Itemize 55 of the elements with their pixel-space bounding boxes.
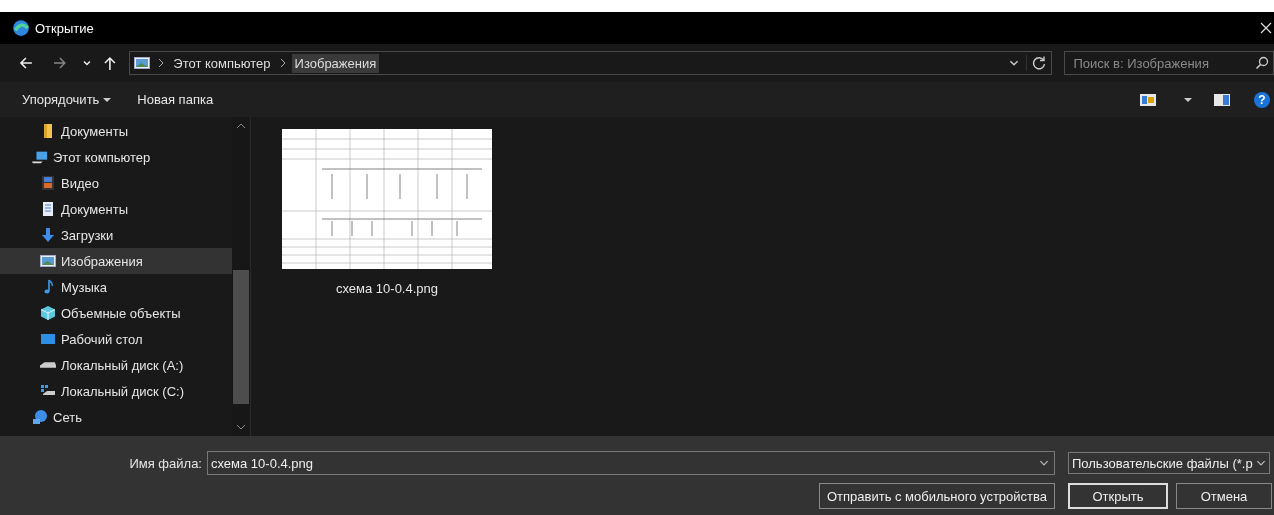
chevron-right-icon: [158, 58, 165, 68]
sidebar-item[interactable]: Локальный диск (A:): [0, 352, 232, 378]
close-icon[interactable]: [1260, 22, 1272, 34]
sidebar-item[interactable]: Локальный диск (C:): [0, 378, 232, 404]
chevron-right-icon: [279, 58, 286, 68]
sidebar-item[interactable]: Объемные объекты: [0, 300, 232, 326]
dialog-button[interactable]: Отправить с мобильного устройства: [819, 483, 1055, 509]
sidebar-item[interactable]: Сеть: [0, 404, 232, 430]
back-arrow-icon[interactable]: [18, 55, 34, 71]
document-icon: [40, 201, 56, 217]
sidebar-item[interactable]: Рабочий стол: [0, 326, 232, 352]
drive-icon: [40, 362, 56, 368]
file-name[interactable]: схема 10-0.4.png: [336, 281, 438, 296]
sidebar-item[interactable]: Музыка: [0, 274, 232, 300]
sidebar-item[interactable]: Загрузки: [0, 222, 232, 248]
up-arrow-icon[interactable]: [101, 55, 118, 71]
sidebar-item[interactable]: Документы: [0, 196, 232, 222]
window-title: Открытие: [35, 20, 94, 36]
desktop-icon: [40, 331, 56, 347]
computer-icon: [32, 149, 48, 165]
search-field[interactable]: Поиск в: Изображения: [1064, 51, 1274, 75]
default-button[interactable]: Открыть: [1068, 483, 1168, 509]
scrollbar-thumb[interactable]: [233, 270, 249, 404]
breadcrumb[interactable]: Этот компьютер: [170, 53, 274, 73]
forward-arrow-icon[interactable]: [51, 55, 68, 71]
sidebar-item[interactable]: Этот компьютер: [0, 144, 232, 170]
scroll-up-icon[interactable]: [236, 123, 246, 129]
search-icon: [1255, 56, 1269, 70]
network-icon: [32, 409, 48, 425]
preview-pane-icon[interactable]: [1214, 93, 1230, 106]
schematic-thumbnail[interactable]: [282, 129, 492, 269]
picture-icon: [134, 57, 151, 69]
filename-label: Имя файла:: [128, 455, 202, 471]
file-type-dropdown[interactable]: Пользовательские файлы (*.p: [1068, 452, 1270, 474]
sidebar-item[interactable]: Изображения: [0, 248, 232, 274]
breadcrumb[interactable]: Изображения: [291, 53, 380, 73]
caret-icon: [103, 97, 112, 102]
organize-button[interactable]: Упорядочить: [16, 88, 106, 111]
scroll-down-icon[interactable]: [236, 424, 246, 430]
sidebar-item[interactable]: Документы: [0, 118, 232, 144]
new-folder-button[interactable]: Новая папка: [131, 88, 220, 111]
help-button[interactable]: ?: [1254, 91, 1270, 108]
download-arrow-icon: [40, 227, 56, 243]
picture-icon: [40, 253, 56, 269]
chevron-down-icon[interactable]: [81, 58, 92, 68]
cube-icon: [40, 305, 56, 321]
address-bar[interactable]: Этот компьютер Изображения: [129, 51, 1053, 75]
caret-icon[interactable]: [1184, 97, 1192, 102]
filename-field[interactable]: схема 10-0.4.png: [207, 451, 1055, 475]
refresh-icon[interactable]: [1026, 55, 1048, 71]
dialog-button[interactable]: Отмена: [1176, 483, 1272, 509]
film-icon: [40, 175, 56, 191]
view-icon[interactable]: [1140, 93, 1156, 106]
app-icon: [12, 19, 30, 37]
sidebar-item[interactable]: Видео: [0, 170, 232, 196]
